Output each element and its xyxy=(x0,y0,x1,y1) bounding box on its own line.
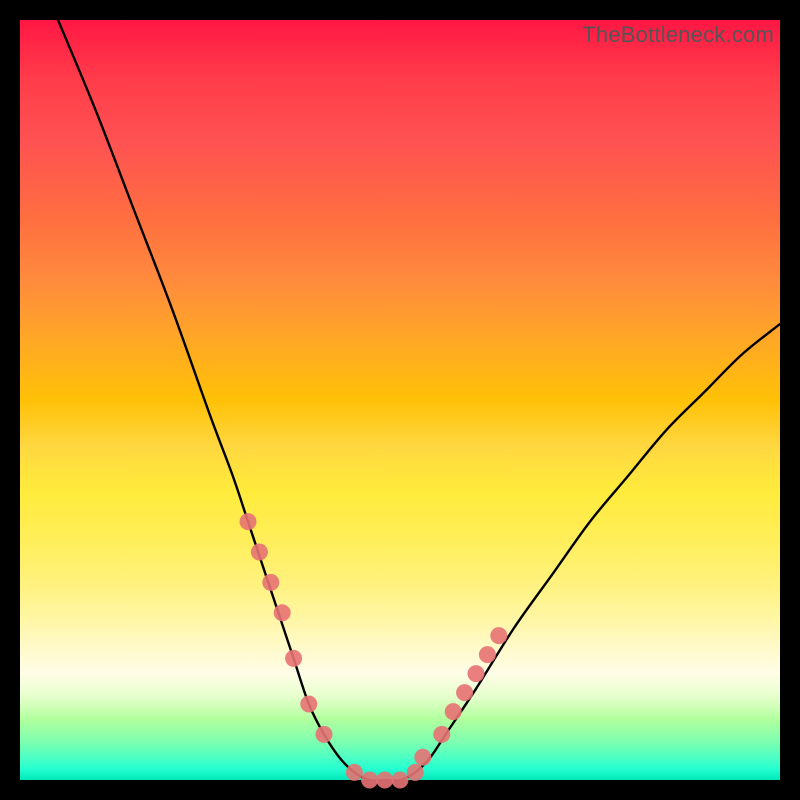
marker-point xyxy=(407,764,424,781)
marker-point xyxy=(300,696,317,713)
marker-point xyxy=(274,604,291,621)
marker-point xyxy=(433,726,450,743)
marker-point xyxy=(479,646,496,663)
marker-point xyxy=(285,650,302,667)
marker-point xyxy=(490,627,507,644)
marker-point xyxy=(346,764,363,781)
plot-area: TheBottleneck.com xyxy=(20,20,780,780)
marker-point xyxy=(361,772,378,789)
marker-point xyxy=(316,726,333,743)
marker-point xyxy=(251,544,268,561)
marker-point xyxy=(392,772,409,789)
chart-container: TheBottleneck.com xyxy=(0,0,800,800)
marker-point xyxy=(262,574,279,591)
markers-group xyxy=(240,513,508,788)
bottleneck-chart xyxy=(20,20,780,780)
marker-point xyxy=(376,772,393,789)
bottleneck-curve-line xyxy=(58,20,780,781)
marker-point xyxy=(468,665,485,682)
marker-point xyxy=(414,749,431,766)
marker-point xyxy=(240,513,257,530)
marker-point xyxy=(445,703,462,720)
marker-point xyxy=(456,684,473,701)
